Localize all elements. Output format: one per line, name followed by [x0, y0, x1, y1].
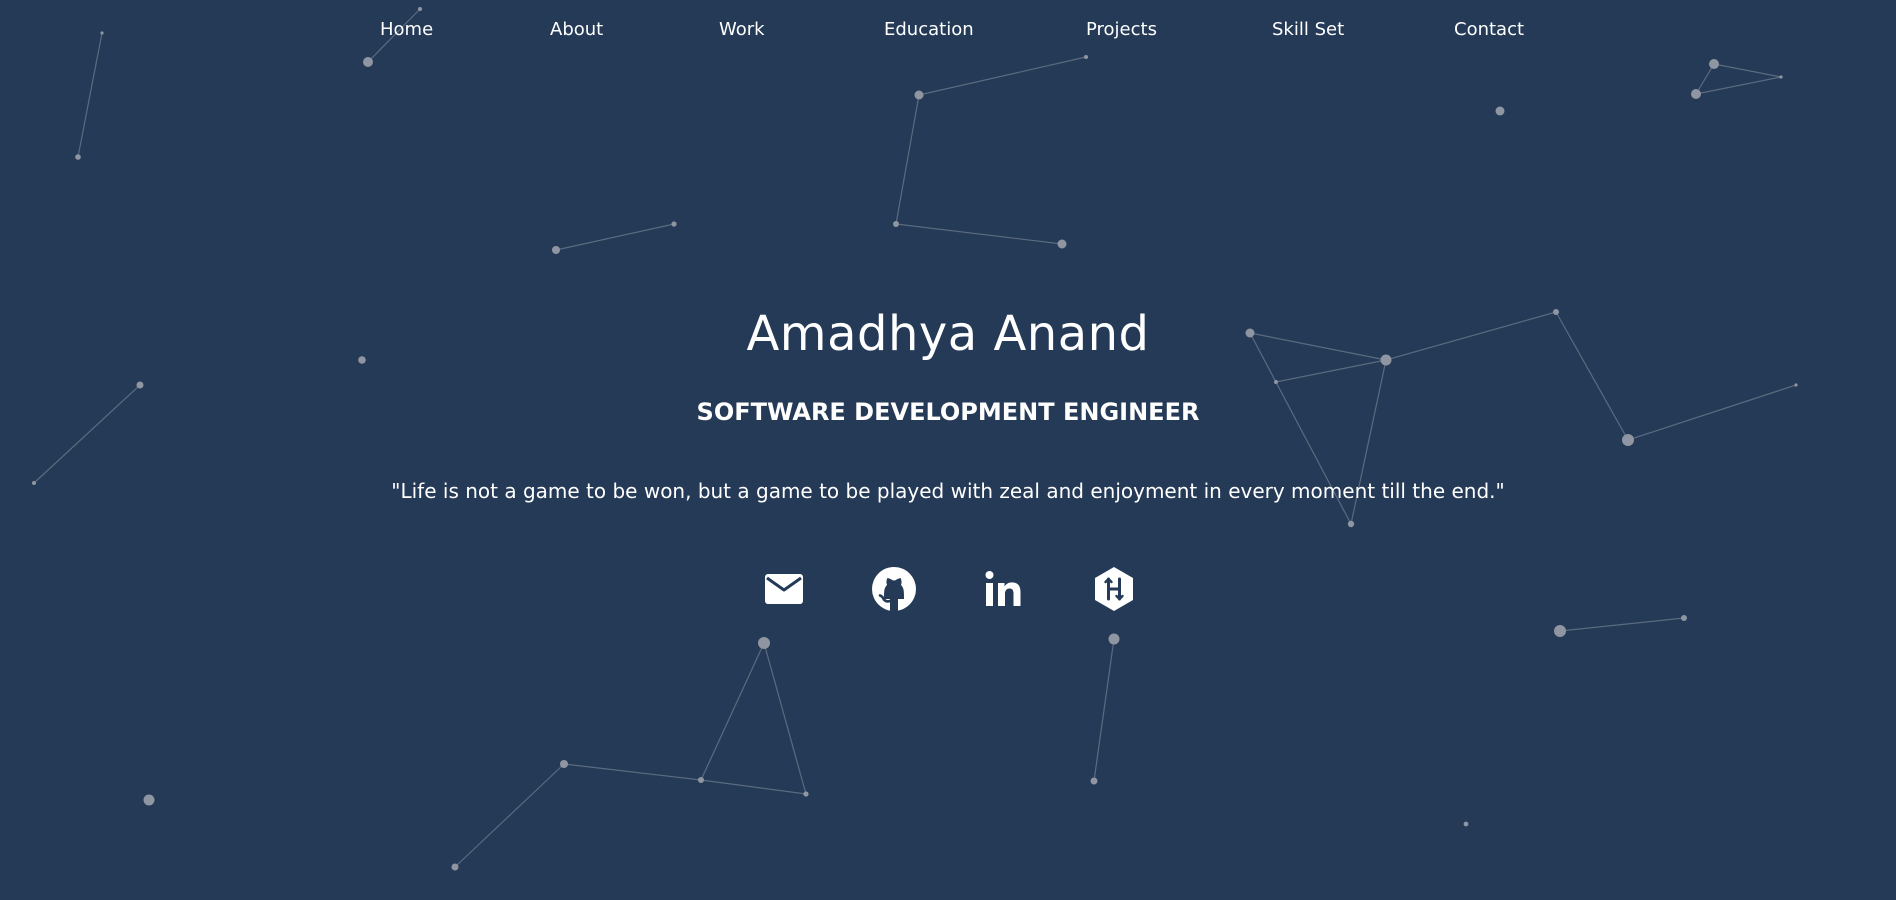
particle-links: [33, 8, 1797, 868]
linkedin-icon: [985, 571, 1021, 606]
hero-name: Amadhya Anand: [746, 306, 1150, 362]
nav-education-link[interactable]: Education: [884, 19, 974, 40]
hero-quote: "Life is not a game to be won, but a gam…: [391, 479, 1505, 503]
nav-skill-set-link[interactable]: Skill Set: [1272, 19, 1344, 40]
github-link[interactable]: [870, 565, 918, 613]
particle-dots: [32, 7, 1798, 871]
mail-icon: [765, 574, 803, 604]
particles-background: [32, 7, 1798, 871]
hero-job-title: SOFTWARE DEVELOPMENT ENGINEER: [696, 398, 1200, 426]
nav-projects-link[interactable]: Projects: [1086, 19, 1157, 40]
nav-home-link[interactable]: Home: [380, 19, 433, 40]
top-navigation: Home About Work Education Projects Skill…: [0, 19, 1896, 43]
linkedin-link[interactable]: [980, 565, 1028, 613]
nav-work-link[interactable]: Work: [719, 19, 765, 40]
email-link[interactable]: [760, 565, 808, 613]
hackerrank-icon: [1095, 567, 1133, 611]
nav-about-link[interactable]: About: [550, 19, 603, 40]
github-icon: [872, 567, 916, 611]
hackerrank-link[interactable]: [1090, 565, 1138, 613]
nav-contact-link[interactable]: Contact: [1454, 19, 1524, 40]
portfolio-page: Home About Work Education Projects Skill…: [0, 0, 1896, 900]
